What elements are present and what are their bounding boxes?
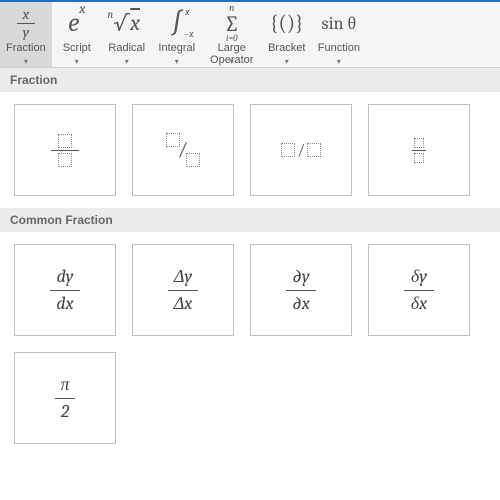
script-label: Script bbox=[63, 42, 91, 54]
skewed-fraction-item[interactable]: ∕ bbox=[132, 104, 234, 196]
chevron-down-icon: ▾ bbox=[24, 57, 28, 65]
function-label: Function bbox=[318, 42, 360, 54]
chevron-down-icon: ▾ bbox=[285, 57, 289, 65]
large-operator-button[interactable]: n∑i=0 Large Operator ▾ bbox=[202, 2, 262, 67]
common-fraction-delta[interactable]: ΔyΔx bbox=[132, 244, 234, 336]
common-fraction-gallery: dydx ΔyΔx ∂y∂x δyδx π2 bbox=[0, 232, 500, 456]
bracket-button[interactable]: {()} Bracket ▾ bbox=[262, 2, 312, 67]
chevron-down-icon: ▾ bbox=[75, 57, 79, 65]
radical-icon: n√x bbox=[113, 5, 140, 41]
common-fraction-small-delta[interactable]: δyδx bbox=[368, 244, 470, 336]
fraction-label: Fraction bbox=[6, 42, 46, 54]
chevron-down-icon: ▾ bbox=[125, 57, 129, 65]
common-fraction-partial[interactable]: ∂y∂x bbox=[250, 244, 352, 336]
fraction-button[interactable]: x y Fraction ▾ bbox=[0, 2, 52, 67]
fraction-templates-gallery: ∕ / bbox=[0, 92, 500, 208]
common-fraction-section-header: Common Fraction bbox=[0, 208, 500, 232]
integral-icon: ∫x−x bbox=[172, 5, 182, 41]
bracket-label: Bracket bbox=[268, 42, 305, 54]
script-icon: ex bbox=[68, 5, 86, 41]
integral-label: Integral bbox=[158, 42, 195, 54]
integral-button[interactable]: ∫x−x Integral ▾ bbox=[152, 2, 202, 67]
common-fraction-dy-dx[interactable]: dydx bbox=[14, 244, 116, 336]
function-button[interactable]: sin θ Function ▾ bbox=[312, 2, 366, 67]
stacked-fraction-item[interactable] bbox=[14, 104, 116, 196]
chevron-down-icon: ▾ bbox=[230, 57, 234, 65]
common-fraction-pi-2[interactable]: π2 bbox=[14, 352, 116, 444]
chevron-down-icon: ▾ bbox=[337, 57, 341, 65]
large-operator-icon: n∑i=0 bbox=[224, 5, 240, 41]
chevron-down-icon: ▾ bbox=[175, 57, 179, 65]
fraction-section-header: Fraction bbox=[0, 68, 500, 92]
small-fraction-item[interactable] bbox=[368, 104, 470, 196]
bracket-icon: {()} bbox=[270, 5, 304, 41]
fraction-icon: x y bbox=[17, 5, 35, 41]
equation-ribbon: x y Fraction ▾ ex Script ▾ n√x Radical ▾… bbox=[0, 0, 500, 68]
function-icon: sin θ bbox=[322, 5, 357, 41]
radical-button[interactable]: n√x Radical ▾ bbox=[102, 2, 152, 67]
radical-label: Radical bbox=[108, 42, 145, 54]
script-button[interactable]: ex Script ▾ bbox=[52, 2, 102, 67]
linear-fraction-item[interactable]: / bbox=[250, 104, 352, 196]
